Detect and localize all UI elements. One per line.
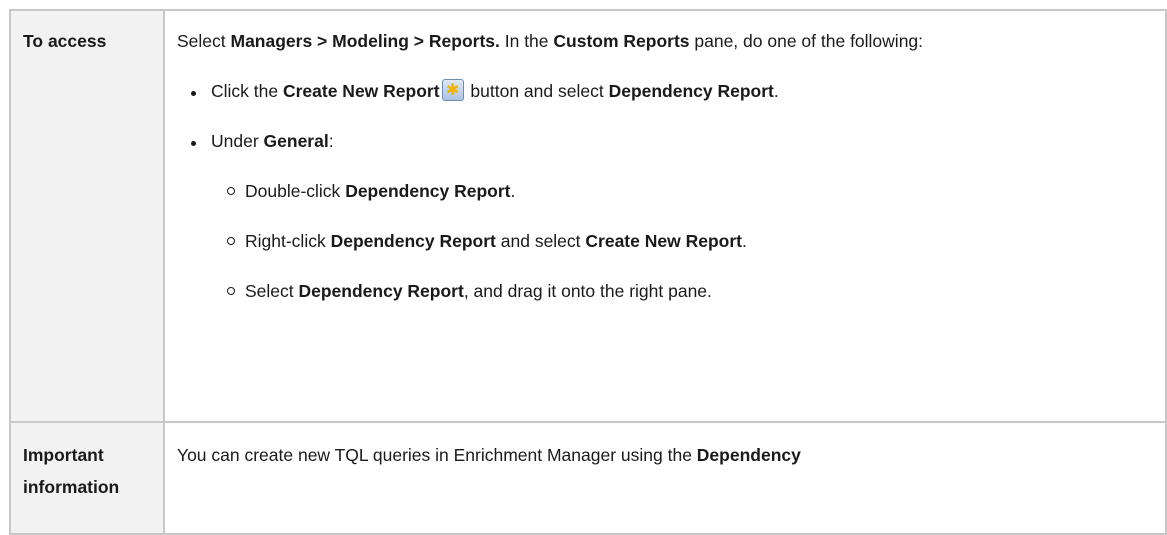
sub-item-double-click: Double-click Dependency Report.: [211, 175, 1153, 207]
create-new-report-icon: ✱: [441, 79, 464, 101]
sub-item-right-click: Right-click Dependency Report and select…: [211, 225, 1153, 257]
general-sub-list: Double-click Dependency Report. Right-cl…: [211, 175, 1153, 307]
sub-item-drag: Select Dependency Report, and drag it on…: [211, 275, 1153, 307]
row-header-important-information: Important information: [9, 421, 165, 535]
row-content-to-access: Select Managers > Modeling > Reports. In…: [163, 9, 1167, 423]
info-table: To access Select Managers > Modeling > R…: [9, 9, 1167, 535]
access-options-list: Click the Create New Report ✱ button and …: [177, 75, 1153, 307]
table-row-important-information: Important information You can create new…: [9, 421, 1167, 535]
menu-path: Managers > Modeling > Reports.: [230, 31, 500, 51]
row-content-important-information: You can create new TQL queries in Enrich…: [163, 421, 1167, 535]
row-header-to-access: To access: [9, 9, 165, 423]
pane-name: Custom Reports: [553, 31, 690, 51]
list-item-create-new-report: Click the Create New Report ✱ button and …: [177, 75, 1153, 107]
table-row-to-access: To access Select Managers > Modeling > R…: [9, 9, 1167, 423]
access-intro: Select Managers > Modeling > Reports. In…: [177, 31, 924, 51]
list-item-under-general: Under General: Double-click Dependency R…: [177, 125, 1153, 307]
